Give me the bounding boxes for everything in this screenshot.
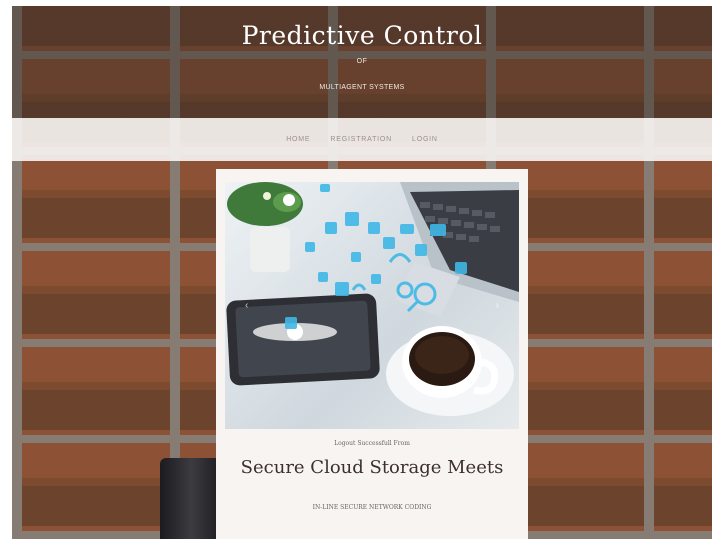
- slide-title: Secure Cloud Storage Meets: [240, 457, 504, 478]
- main-nav: HOME REGISTRATION LOGIN: [12, 118, 712, 161]
- hero-background: Predictive Control OF MULTIAGENT SYSTEMS…: [12, 6, 712, 539]
- slide-illustration: [226, 182, 519, 416]
- site-title: Predictive Control: [241, 21, 483, 50]
- logout-message: Logout Successfull From: [334, 440, 410, 447]
- slide-photo: ‹ ›: [225, 182, 519, 429]
- site-header: Predictive Control OF MULTIAGENT SYSTEMS: [12, 6, 712, 118]
- slide-subtitle: IN-LINE SECURE NETWORK CODING: [312, 504, 432, 511]
- nav-registration[interactable]: REGISTRATION: [328, 132, 394, 147]
- site-subtitle: MULTIAGENT SYSTEMS: [319, 84, 405, 91]
- slide-next-arrow[interactable]: ›: [496, 300, 499, 311]
- nav-home[interactable]: HOME: [284, 132, 312, 147]
- slide-prev-arrow[interactable]: ‹: [245, 300, 248, 311]
- site-title-of: OF: [356, 58, 368, 65]
- nav-login[interactable]: LOGIN: [410, 132, 440, 147]
- slider-card: ‹ › Logout Successfull From Secure Cloud…: [216, 169, 528, 539]
